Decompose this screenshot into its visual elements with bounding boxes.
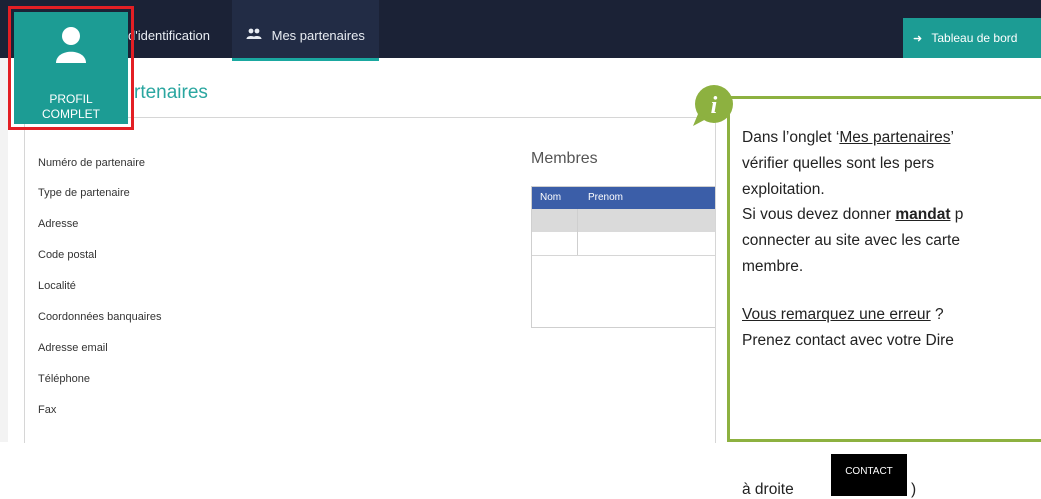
- callout-line: membre.: [742, 258, 804, 275]
- membres-table: Nom Prenom: [531, 186, 715, 328]
- profile-complete-tile[interactable]: PROFIL COMPLET: [14, 12, 128, 124]
- column-divider: [577, 209, 578, 255]
- sign-out-icon: ➜: [913, 33, 923, 45]
- profile-status-line2: COMPLET: [41, 107, 100, 121]
- field-label: Localité: [38, 280, 76, 292]
- field-label: Type de partenaire: [38, 187, 130, 199]
- callout-line: Prenez contact avec votre Dire: [742, 332, 954, 349]
- callout-line: connecter au site avec les carte: [742, 232, 960, 249]
- info-icon-letter: i: [711, 93, 718, 119]
- field-label: Téléphone: [38, 373, 90, 385]
- callout-line: Si vous devez donner mandat p: [742, 206, 964, 223]
- callout-line: Dans l’onglet ‘Mes partenaires’: [742, 129, 954, 146]
- field-label: Fax: [38, 404, 57, 416]
- profile-complete-highlight: PROFIL COMPLET: [8, 6, 134, 130]
- dashboard-label: Tableau de bord: [931, 31, 1018, 45]
- page-edge: [0, 58, 8, 442]
- tab-mes-partenaires-label: Mes partenaires: [271, 28, 365, 43]
- users-icon: [246, 0, 262, 72]
- dashboard-button[interactable]: ➜ Tableau de bord: [903, 18, 1041, 58]
- info-callout: Dans l’onglet ‘Mes partenaires’ vérifier…: [727, 96, 1041, 498]
- top-navigation-bar: d'identification Mes partenaires ➜ Table…: [0, 0, 1041, 61]
- field-label: Numéro de partenaire: [38, 157, 146, 169]
- table-row[interactable]: [532, 232, 715, 256]
- tab-identification[interactable]: d'identification: [128, 0, 210, 55]
- field-label: Adresse email: [38, 342, 108, 354]
- membres-title: Membres: [531, 150, 598, 167]
- callout-line-end: ): [911, 481, 917, 498]
- tab-identification-label: d'identification: [128, 28, 210, 43]
- callout-line: Vous remarquez une erreur ?: [742, 306, 944, 323]
- field-label: Code postal: [38, 249, 97, 261]
- user-icon: [56, 27, 86, 63]
- column-header-prenom[interactable]: Prenom: [588, 192, 623, 203]
- field-label: Coordonnées banquaires: [38, 311, 162, 323]
- callout-line: exploitation.: [742, 181, 825, 198]
- profile-status-label: PROFIL COMPLET: [14, 92, 128, 122]
- page-title: rtenaires: [134, 82, 208, 103]
- membres-table-header: Nom Prenom: [532, 187, 715, 209]
- tab-mes-partenaires[interactable]: Mes partenaires: [232, 0, 379, 61]
- callout-line: à droite: [742, 481, 794, 498]
- contact-button[interactable]: CONTACT: [831, 454, 907, 496]
- field-label: Adresse: [38, 218, 79, 230]
- profile-status-line1: PROFIL: [49, 92, 93, 106]
- contact-button-label: CONTACT: [845, 466, 893, 477]
- table-row[interactable]: [532, 209, 715, 232]
- callout-line: vérifier quelles sont les pers: [742, 155, 935, 172]
- info-icon: i: [690, 84, 734, 128]
- column-header-nom[interactable]: Nom: [540, 192, 561, 203]
